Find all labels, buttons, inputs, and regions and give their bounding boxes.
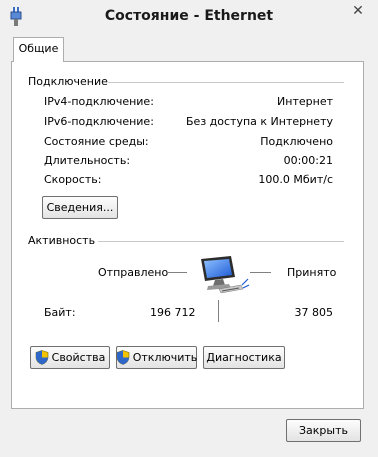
ipv6-value: Без доступа к Интернету (186, 115, 333, 128)
media-state-value: Подключено (260, 135, 333, 148)
ipv4-label: IPv4-подключение: (44, 95, 154, 108)
disable-button[interactable]: Отключить (116, 346, 197, 369)
properties-label: Свойства (51, 351, 106, 364)
title-bar: Состояние - Ethernet ✕ (0, 0, 378, 34)
tab-general[interactable]: Общие (13, 37, 64, 62)
received-label: Принято (287, 266, 337, 279)
duration-value: 00:00:21 (283, 154, 333, 167)
ipv6-label: IPv6-подключение: (44, 115, 154, 128)
speed-label: Скорость: (44, 173, 102, 186)
disable-label: Отключить (132, 351, 198, 364)
uac-shield-icon (35, 350, 48, 365)
speed-value: 100.0 Мбит/с (258, 173, 333, 186)
bytes-label: Байт: (44, 306, 76, 319)
activity-group-title: Активность (28, 234, 96, 247)
media-state-label: Состояние среды: (44, 135, 149, 148)
activity-divider (98, 241, 344, 242)
connection-divider (108, 82, 344, 83)
duration-label: Длительность: (44, 154, 131, 167)
ipv4-value: Интернет (277, 95, 333, 108)
bytes-sent-value: 196 712 (150, 306, 196, 319)
received-activity-line (250, 272, 271, 273)
window-title: Состояние - Ethernet (104, 8, 274, 24)
uac-shield-icon (116, 350, 130, 365)
connection-group-title: Подключение (28, 75, 108, 88)
sent-activity-line (166, 272, 187, 273)
diagnose-button[interactable]: Диагностика (203, 346, 285, 369)
network-computer-icon (201, 256, 250, 294)
properties-button[interactable]: Свойства (30, 346, 110, 369)
details-button[interactable]: Сведения... (42, 196, 118, 219)
sent-label: Отправлено (98, 266, 169, 279)
bytes-received-value: 37 805 (294, 306, 334, 319)
close-button[interactable]: Закрыть (286, 419, 361, 442)
close-window-icon[interactable]: ✕ (339, 0, 377, 22)
bytes-separator (218, 300, 219, 322)
